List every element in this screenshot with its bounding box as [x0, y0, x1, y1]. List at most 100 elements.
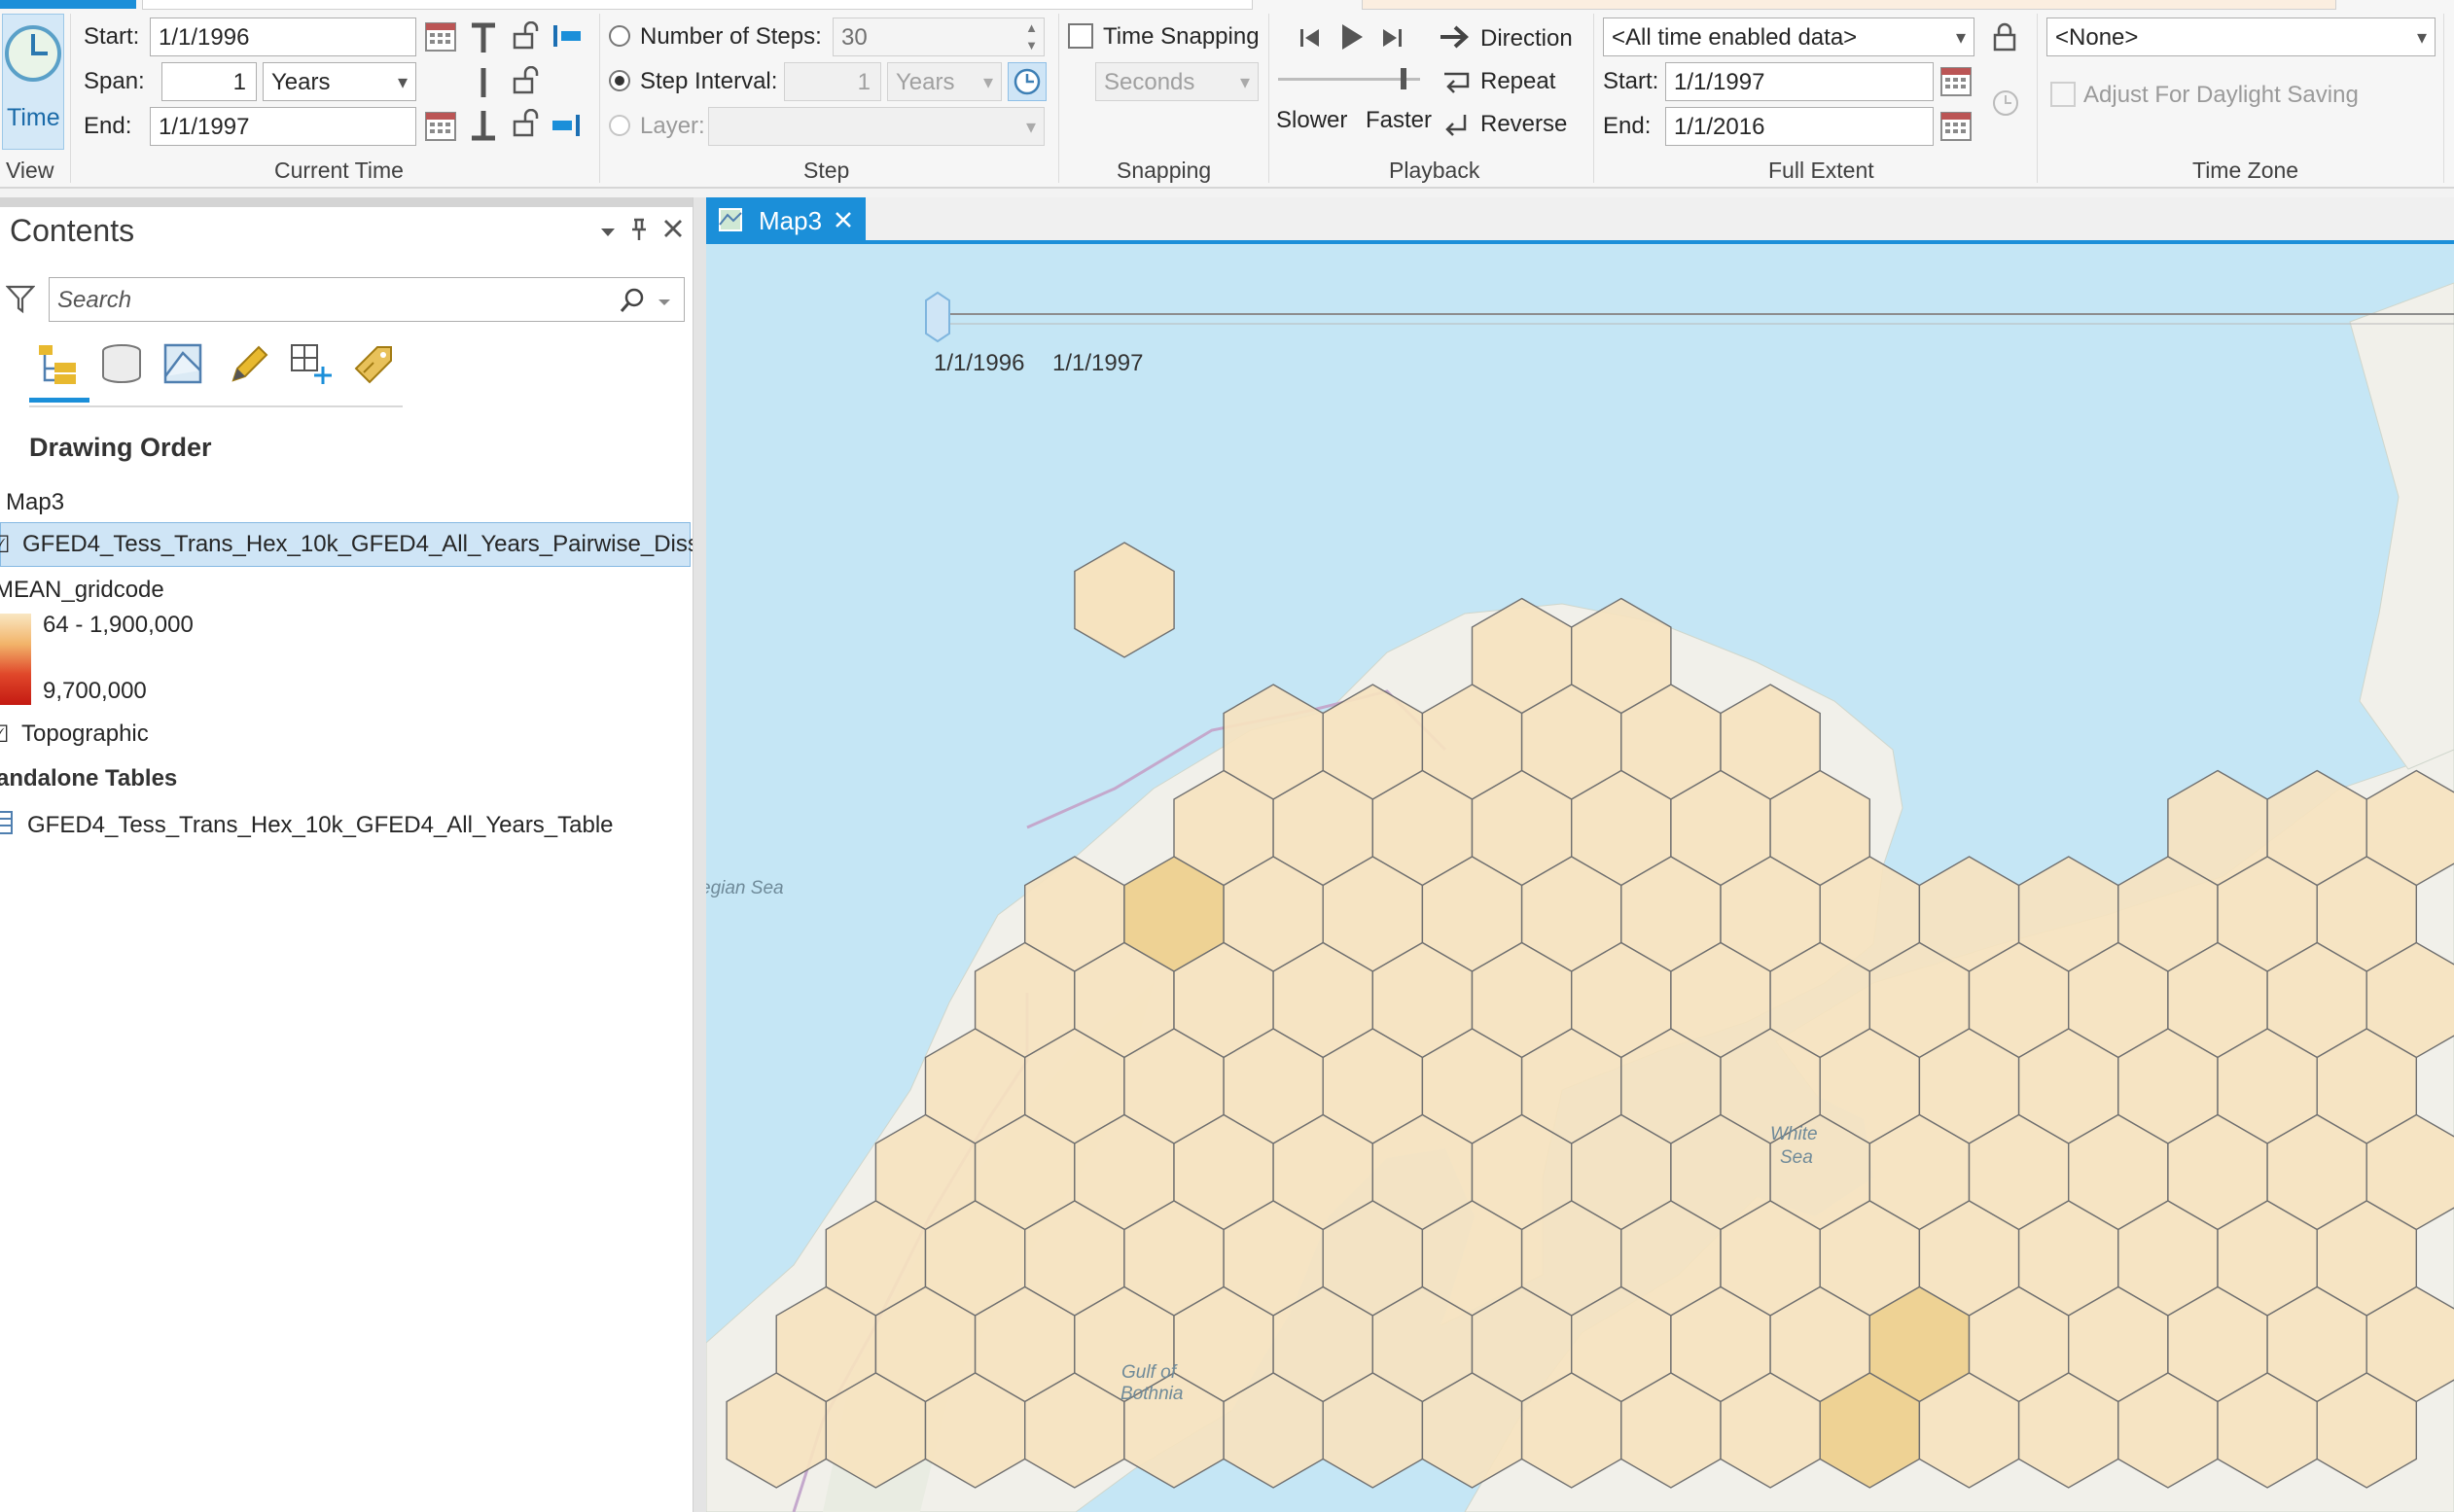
step-forward-icon[interactable] — [1379, 25, 1405, 51]
step-interval-input[interactable]: 1 — [784, 62, 881, 101]
playback-speed-track[interactable] — [1278, 78, 1420, 81]
play-icon[interactable] — [1336, 21, 1366, 53]
slower-label: Slower — [1276, 107, 1348, 133]
full-extent-group-label: Full Extent — [1768, 158, 1874, 183]
include-start-icon[interactable] — [551, 21, 584, 51]
playback-group-label: Playback — [1389, 158, 1480, 183]
spin-down-icon[interactable]: ▼ — [1025, 39, 1038, 52]
calendar-icon[interactable] — [1939, 64, 1973, 97]
list-by-editing-icon[interactable] — [226, 341, 270, 386]
map-svg[interactable]: egian Sea White Sea Gulf of Bothnia 1/1/… — [706, 244, 2454, 1512]
full-extent-start-input[interactable]: 1/1/1997 — [1665, 62, 1934, 101]
legend-high-value: 9,700,000 — [43, 678, 147, 704]
start-time-icon[interactable] — [469, 21, 498, 54]
unlock-icon[interactable] — [512, 109, 541, 138]
current-start-label: Start: — [84, 23, 140, 50]
time-slider-handle[interactable] — [925, 291, 950, 343]
close-icon[interactable] — [833, 209, 854, 230]
time-view-label: Time — [7, 104, 60, 131]
filter-icon[interactable] — [6, 283, 35, 314]
pane-splitter[interactable] — [693, 197, 707, 1512]
step-interval-radio[interactable] — [609, 70, 630, 91]
list-by-drawing-order-icon[interactable] — [35, 339, 82, 388]
daylight-saving-checkbox[interactable] — [2050, 82, 2076, 107]
close-icon[interactable] — [661, 217, 685, 240]
clock-icon — [1014, 68, 1041, 95]
separator — [1268, 14, 1269, 183]
lock-icon[interactable] — [1990, 21, 2019, 53]
reverse-label[interactable]: Reverse — [1480, 111, 1567, 138]
map-view-tab[interactable]: Map3 — [706, 197, 866, 242]
gulf-label-2: Bothnia — [1120, 1384, 1183, 1404]
basemap-layer-name[interactable]: Topographic — [21, 721, 149, 748]
time-view-button[interactable]: Time — [2, 14, 64, 150]
step-interval-unit-dropdown[interactable]: Years — [887, 62, 1002, 101]
step-interval-label: Step Interval: — [640, 68, 778, 94]
full-extent-source-dropdown[interactable]: <All time enabled data> — [1603, 18, 1974, 56]
calendar-icon[interactable] — [424, 109, 457, 142]
list-by-labeling-icon[interactable] — [350, 341, 397, 388]
unlock-icon[interactable] — [512, 21, 541, 51]
spin-up-icon[interactable]: ▲ — [1025, 21, 1038, 34]
time-slider-start-label: 1/1/1996 — [934, 350, 1024, 376]
span-value-input[interactable]: 1 — [161, 62, 257, 101]
span-icon[interactable] — [469, 66, 498, 99]
current-end-input[interactable]: 1/1/1997 — [150, 107, 416, 146]
contents-search-input[interactable]: Search — [49, 277, 685, 322]
selected-layer-row[interactable]: ☑ GFED4_Tess_Trans_Hex_10k_GFED4_All_Yea… — [0, 522, 776, 567]
white-sea-label-2: Sea — [1780, 1147, 1813, 1168]
basemap-visibility-checkbox[interactable]: ☑ — [0, 721, 10, 749]
list-by-snapping-icon[interactable] — [288, 341, 335, 388]
separator — [2037, 14, 2038, 183]
ribbon-tab-row[interactable] — [142, 0, 1253, 10]
layer-radio[interactable] — [609, 115, 630, 136]
legend-color-ramp — [0, 614, 31, 705]
chevron-down-icon[interactable] — [656, 293, 673, 310]
map-node[interactable]: Map3 — [6, 489, 64, 516]
unlock-icon[interactable] — [512, 66, 541, 95]
direction-arrow-icon[interactable] — [1438, 21, 1473, 53]
step-back-icon[interactable] — [1298, 25, 1323, 51]
separator — [599, 14, 600, 183]
end-time-icon[interactable] — [469, 109, 498, 142]
list-by-source-icon[interactable] — [99, 341, 144, 386]
calendar-icon[interactable] — [424, 19, 457, 53]
separator — [1058, 14, 1059, 183]
reset-extent-icon[interactable] — [1988, 86, 2023, 121]
full-extent-end-input[interactable]: 1/1/2016 — [1665, 107, 1934, 146]
standalone-table-name[interactable]: GFED4_Tess_Trans_Hex_10k_GFED4_All_Years… — [27, 812, 614, 839]
ribbon-tab-time[interactable] — [0, 0, 136, 9]
time-zone-dropdown[interactable]: <None> — [2046, 18, 2436, 56]
time-zone-group-label: Time Zone — [2192, 158, 2299, 183]
repeat-label[interactable]: Repeat — [1480, 68, 1555, 95]
playback-speed-thumb[interactable] — [1401, 68, 1406, 89]
map-canvas[interactable]: egian Sea White Sea Gulf of Bothnia 1/1/… — [706, 244, 2454, 1512]
search-icon[interactable] — [619, 287, 646, 314]
reverse-icon[interactable] — [1440, 111, 1473, 140]
calendar-icon[interactable] — [1939, 109, 1973, 142]
number-of-steps-input[interactable]: 30 ▲ ▼ — [833, 18, 1045, 56]
separator — [2443, 14, 2444, 183]
number-of-steps-radio[interactable] — [609, 25, 630, 47]
time-snapping-checkbox[interactable] — [1068, 23, 1093, 49]
chevron-down-icon[interactable] — [597, 221, 619, 242]
direction-label[interactable]: Direction — [1480, 25, 1573, 53]
auto-interval-button[interactable] — [1008, 62, 1047, 101]
include-end-icon[interactable] — [551, 111, 584, 140]
ribbon-contextual-tab[interactable] — [1362, 0, 2336, 10]
layer-label: Layer: — [640, 113, 705, 139]
current-end-label: End: — [84, 113, 132, 139]
daylight-saving-label: Adjust For Daylight Saving — [2083, 82, 2359, 108]
pin-icon[interactable] — [628, 217, 650, 242]
snapping-unit-dropdown[interactable]: Seconds — [1095, 62, 1259, 101]
span-unit-dropdown[interactable]: Years — [263, 62, 416, 101]
layer-name[interactable]: GFED4_Tess_Trans_Hex_10k_GFED4_All_Years… — [22, 531, 776, 558]
list-by-selection-icon[interactable] — [161, 341, 206, 386]
current-start-input[interactable]: 1/1/1996 — [150, 18, 416, 56]
contents-pane-header-bar — [0, 197, 693, 207]
current-time-group-label: Current Time — [274, 158, 404, 183]
layer-dropdown[interactable] — [708, 107, 1045, 146]
repeat-icon[interactable] — [1440, 68, 1473, 97]
number-of-steps-label: Number of Steps: — [640, 23, 822, 50]
layer-visibility-checkbox[interactable]: ☑ — [0, 531, 11, 559]
